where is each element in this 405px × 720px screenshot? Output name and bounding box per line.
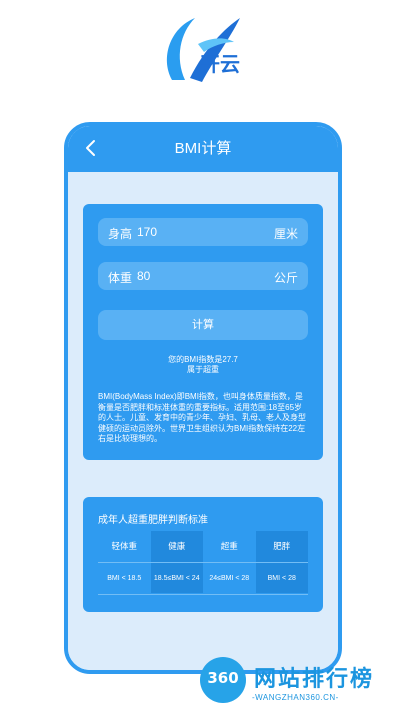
- bmi-standard-card: 成年人超重肥胖判断标准 轻体重 健康 超重 肥胖 BMI < 18.5 18.5…: [83, 497, 323, 612]
- watermark-name: 网站排行榜: [254, 667, 375, 692]
- weight-label: 体重: [108, 271, 133, 285]
- bmi-calculator-card: 身高 170 厘米 体重 80 公斤 计算 您的BMI指数是27.7 属于超重 …: [83, 204, 323, 460]
- height-unit: 厘米: [273, 227, 298, 241]
- phone-frame: BMI计算 身高 170 厘米 体重 80 公斤 计算 您的BMI指数是27.7…: [64, 122, 342, 674]
- range-underweight: BMI < 18.5: [107, 575, 142, 582]
- height-field[interactable]: 身高 170 厘米: [98, 218, 308, 246]
- logo-text: 开云: [200, 52, 240, 76]
- header-obese: 肥胖: [255, 531, 308, 562]
- watermark: 360 网站排行榜 -WANGZHAN360.CN-: [200, 655, 400, 715]
- content-area: 身高 170 厘米 体重 80 公斤 计算 您的BMI指数是27.7 属于超重 …: [68, 172, 338, 670]
- bmi-standard-table: 轻体重 健康 超重 肥胖 BMI < 18.5 18.5≤BMI < 24 24…: [98, 531, 308, 593]
- page-title: BMI计算: [174, 140, 232, 157]
- standard-title: 成年人超重肥胖判断标准: [98, 515, 208, 526]
- header-healthy: 健康: [150, 531, 203, 562]
- app-logo: 开云: [150, 8, 260, 90]
- range-healthy: 18.5≤BMI < 24: [150, 563, 203, 593]
- table-divider: [98, 594, 308, 595]
- result-category: 属于超重: [187, 365, 219, 374]
- table-row: BMI < 18.5 18.5≤BMI < 24 24≤BMI < 28 BMI…: [98, 562, 308, 593]
- height-input[interactable]: 170: [137, 225, 157, 239]
- header-overweight: 超重: [220, 541, 238, 551]
- weight-unit: 公斤: [273, 271, 298, 285]
- header-underweight: 轻体重: [111, 541, 137, 551]
- top-bar: BMI计算: [68, 126, 338, 172]
- result-text: 您的BMI指数是27.7 属于超重: [83, 355, 323, 375]
- range-overweight: 24≤BMI < 28: [209, 575, 250, 582]
- height-label: 身高: [108, 227, 133, 241]
- calculate-button[interactable]: 计算: [98, 310, 308, 340]
- result-bmi-value: 您的BMI指数是27.7: [168, 355, 238, 364]
- range-obese: BMI < 28: [255, 563, 308, 593]
- watermark-url: -WANGZHAN360.CN-: [252, 693, 339, 702]
- table-header-row: 轻体重 健康 超重 肥胖: [98, 531, 308, 562]
- weight-input[interactable]: 80: [137, 269, 150, 283]
- bmi-description: BMI(BodyMass Index)即BMI指数，也叫身体质量指数，是衡量是否…: [98, 392, 306, 443]
- watermark-badge: 360: [207, 669, 239, 687]
- weight-field[interactable]: 体重 80 公斤: [98, 262, 308, 290]
